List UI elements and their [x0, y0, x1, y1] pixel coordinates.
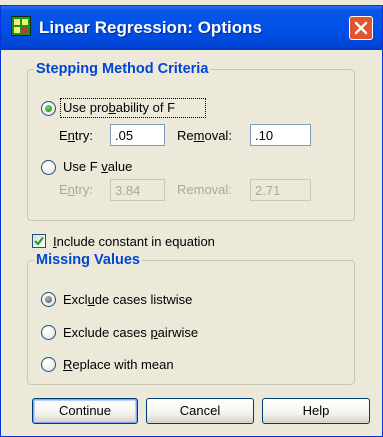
prob-removal-input[interactable]: .10 — [250, 124, 311, 146]
exclude-listwise-label: Exclude cases listwise — [63, 292, 193, 307]
dialog-title: Linear Regression: Options — [39, 18, 262, 37]
options-dialog: Linear Regression: Options Stepping Meth… — [0, 5, 383, 437]
spss-app-icon — [11, 16, 31, 36]
exclude-pairwise-label: Exclude cases pairwise — [63, 325, 199, 340]
help-button[interactable]: Help — [262, 398, 370, 424]
f-entry-input: 3.84 — [110, 179, 165, 201]
use-f-value-radio[interactable] — [41, 160, 56, 175]
check-mark-icon — [34, 236, 44, 246]
use-probability-label: Use probability of F — [63, 100, 176, 115]
exclude-listwise-radio[interactable] — [41, 292, 56, 307]
f-removal-label: Removal: — [177, 182, 232, 197]
f-removal-input: 2.71 — [250, 179, 311, 201]
f-entry-label: Entry: — [59, 182, 93, 197]
include-constant-label: Include constant in equation — [53, 234, 215, 249]
title-bar[interactable]: Linear Regression: Options — [1, 6, 382, 50]
replace-with-mean-radio[interactable] — [41, 357, 56, 372]
continue-button[interactable]: Continue — [32, 398, 138, 424]
prob-removal-label: Removal: — [177, 128, 232, 143]
include-constant-checkbox[interactable] — [32, 234, 46, 248]
use-f-value-label: Use F value — [63, 159, 133, 174]
close-button[interactable] — [349, 16, 373, 40]
replace-with-mean-label: Replace with mean — [63, 357, 174, 372]
exclude-pairwise-radio[interactable] — [41, 325, 56, 340]
prob-entry-input[interactable]: .05 — [110, 124, 165, 146]
close-icon — [354, 21, 368, 35]
use-probability-radio[interactable] — [41, 101, 56, 116]
cancel-button[interactable]: Cancel — [146, 398, 254, 424]
stepping-method-title: Stepping Method Criteria — [36, 61, 209, 77]
prob-entry-label: Entry: — [59, 128, 93, 143]
missing-values-title: Missing Values — [36, 252, 140, 268]
radio-selected-dot — [45, 296, 52, 303]
radio-selected-dot — [45, 105, 52, 112]
